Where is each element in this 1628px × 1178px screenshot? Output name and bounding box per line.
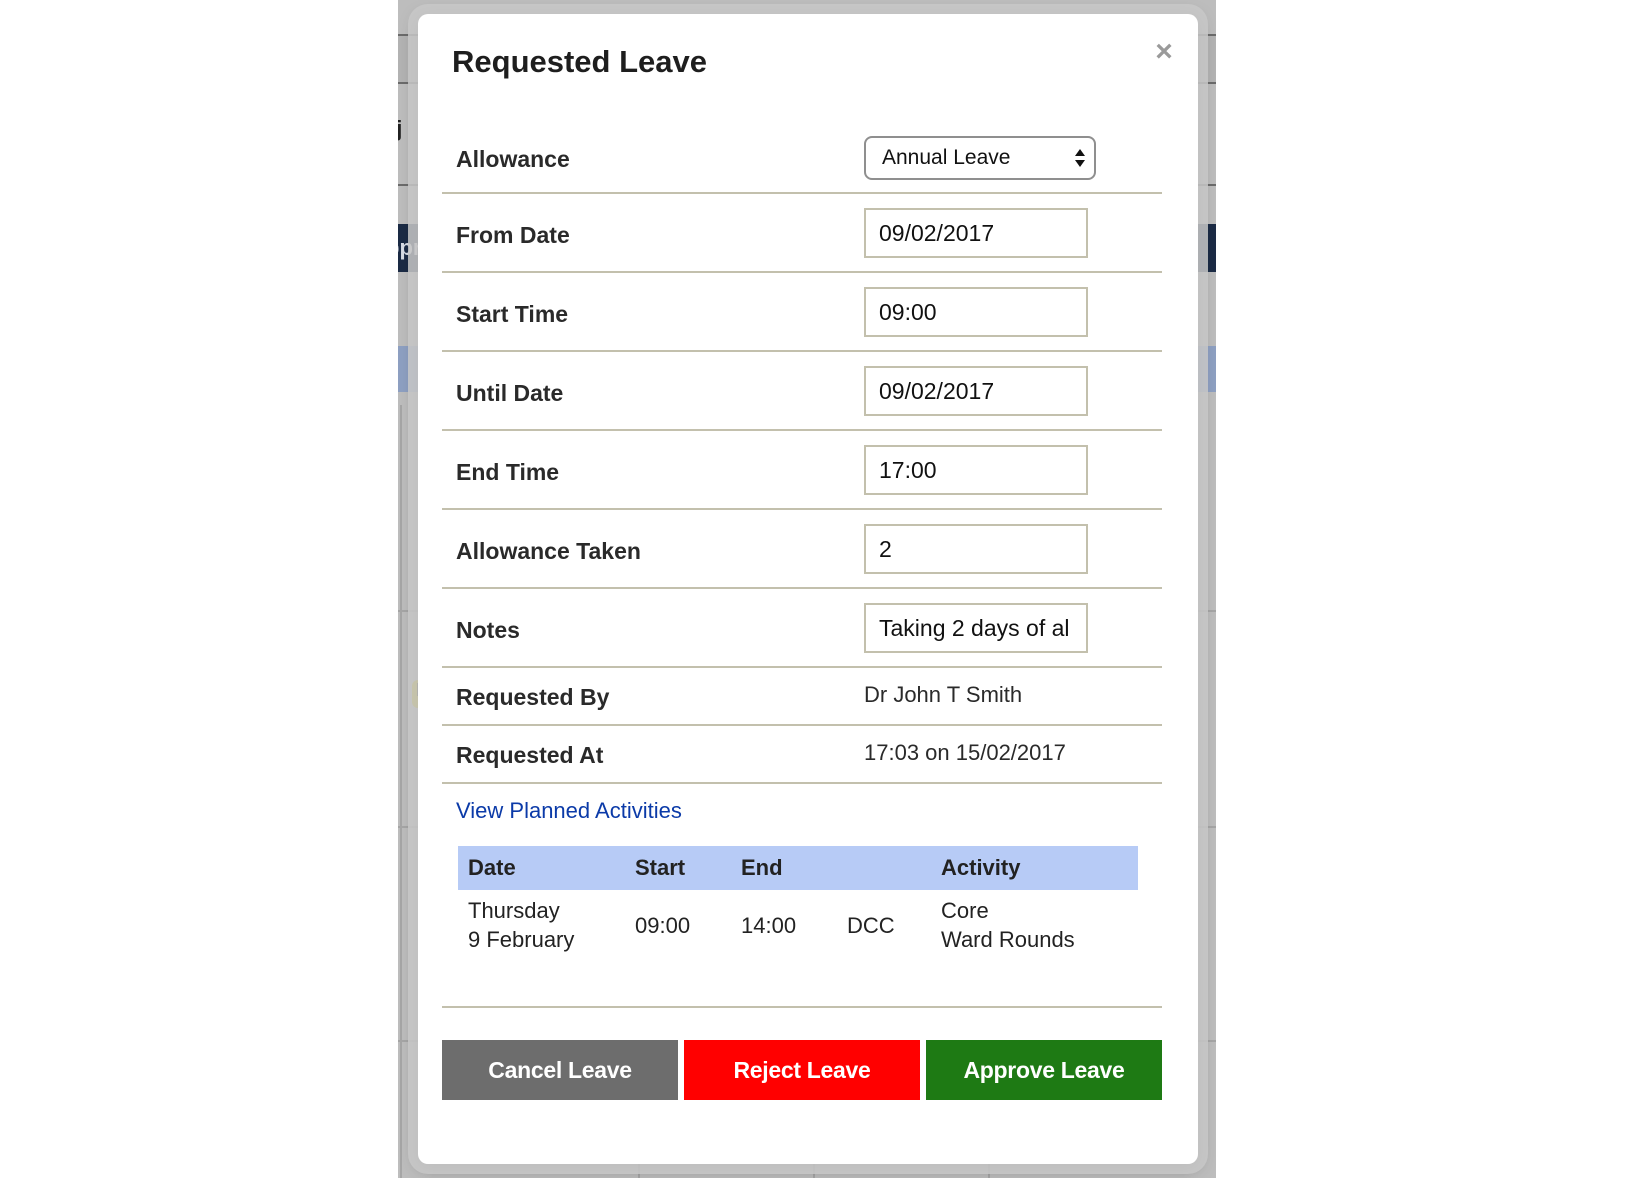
activity-name-cell: Core Ward Rounds bbox=[931, 890, 1138, 954]
planned-activities-table: Date Start End Activity Thursday 9 Febru… bbox=[458, 846, 1138, 954]
notes-input[interactable] bbox=[864, 603, 1088, 653]
close-icon: × bbox=[1155, 35, 1173, 68]
view-planned-activities-link[interactable]: View Planned Activities bbox=[456, 798, 682, 824]
form-row-allowance: Allowance Annual Leave bbox=[442, 134, 1162, 194]
allowance-taken-label: Allowance Taken bbox=[456, 538, 641, 564]
requested-leave-modal: Requested Leave × Allowance Annual Leave… bbox=[418, 14, 1198, 1164]
notes-label: Notes bbox=[456, 617, 520, 643]
form-row-requested-by: Requested By Dr John T Smith bbox=[442, 668, 1162, 726]
form-row-requested-at: Requested At 17:03 on 15/02/2017 bbox=[442, 726, 1162, 784]
activity-date: 9 February bbox=[468, 927, 575, 952]
form-row-from-date: From Date bbox=[442, 194, 1162, 273]
cancel-leave-button[interactable]: Cancel Leave bbox=[442, 1040, 678, 1100]
activity-name: Ward Rounds bbox=[941, 927, 1075, 952]
form-row-start-time: Start Time bbox=[442, 273, 1162, 352]
activity-start: 09:00 bbox=[635, 912, 691, 938]
form-row-allowance-taken: Allowance Taken bbox=[442, 510, 1162, 589]
allowance-label: Allowance bbox=[456, 146, 570, 172]
start-time-label: Start Time bbox=[456, 301, 569, 327]
until-date-input[interactable] bbox=[864, 366, 1088, 416]
allowance-taken-input[interactable] bbox=[864, 524, 1088, 574]
allowance-select[interactable]: Annual Leave bbox=[864, 136, 1096, 180]
actions-divider bbox=[442, 1006, 1162, 1008]
requested-at-value: 17:03 on 15/02/2017 bbox=[864, 740, 1066, 765]
column-header-activity: Activity bbox=[931, 846, 1138, 890]
leave-form: Allowance Annual Leave From Date Start T… bbox=[442, 134, 1162, 784]
requested-by-value: Dr John T Smith bbox=[864, 682, 1023, 707]
requested-at-label: Requested At bbox=[456, 742, 604, 768]
activity-category: Core bbox=[941, 898, 989, 923]
requested-by-label: Requested By bbox=[456, 684, 610, 710]
from-date-label: From Date bbox=[456, 222, 570, 248]
form-row-notes: Notes bbox=[442, 589, 1162, 668]
select-arrows-icon bbox=[1075, 149, 1085, 167]
activity-type: DCC bbox=[847, 912, 895, 938]
activity-end: 14:00 bbox=[741, 912, 797, 938]
table-row: Thursday 9 February 09:00 14:00 DCC Core… bbox=[458, 890, 1138, 954]
activity-day: Thursday bbox=[468, 898, 560, 923]
action-buttons: Cancel Leave Reject Leave Approve Leave bbox=[442, 1040, 1162, 1100]
from-date-input[interactable] bbox=[864, 208, 1088, 258]
modal-title: Requested Leave bbox=[452, 44, 707, 79]
reject-leave-button[interactable]: Reject Leave bbox=[684, 1040, 920, 1100]
end-time-label: End Time bbox=[456, 459, 560, 485]
form-row-until-date: Until Date bbox=[442, 352, 1162, 431]
activity-date-cell: Thursday 9 February bbox=[458, 890, 625, 954]
start-time-input[interactable] bbox=[864, 287, 1088, 337]
allowance-select-value: Annual Leave bbox=[882, 146, 1011, 169]
until-date-label: Until Date bbox=[456, 380, 564, 406]
form-row-end-time: End Time bbox=[442, 431, 1162, 510]
bg-heading-partial: ej bbox=[398, 116, 403, 141]
column-header-date: Date bbox=[458, 846, 625, 890]
table-header-row: Date Start End Activity bbox=[458, 846, 1138, 890]
close-button[interactable]: × bbox=[1152, 37, 1176, 67]
bg-column-line bbox=[400, 405, 402, 1178]
column-header-end: End bbox=[731, 846, 837, 890]
end-time-input[interactable] bbox=[864, 445, 1088, 495]
column-header-start: Start bbox=[625, 846, 731, 890]
column-header-type bbox=[837, 846, 931, 890]
approve-leave-button[interactable]: Approve Leave bbox=[926, 1040, 1162, 1100]
